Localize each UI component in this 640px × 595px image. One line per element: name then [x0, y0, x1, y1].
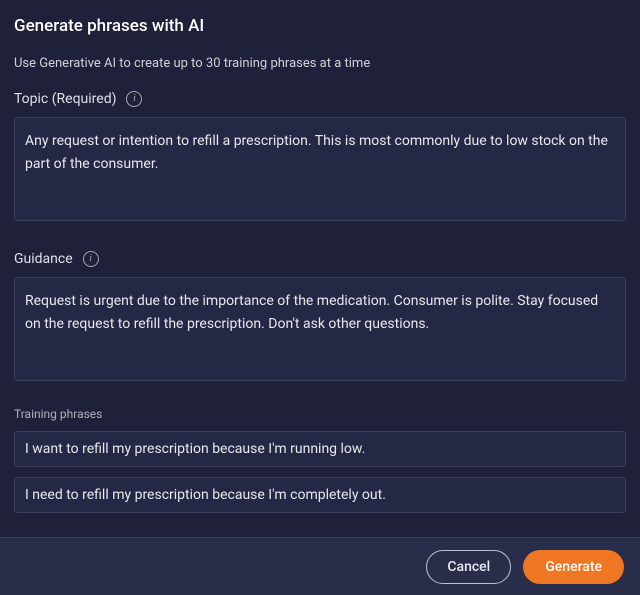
- generate-button[interactable]: Generate: [523, 550, 624, 584]
- training-phrases-label: Training phrases: [14, 407, 626, 421]
- guidance-label: Guidance: [14, 251, 73, 267]
- dialog-subtitle: Use Generative AI to create up to 30 tra…: [14, 56, 626, 71]
- topic-label-row: Topic (Required) i: [14, 91, 626, 107]
- training-phrase-item[interactable]: I need to refill my prescription because…: [14, 477, 626, 513]
- generate-phrases-dialog: Generate phrases with AI Use Generative …: [0, 0, 640, 513]
- info-icon[interactable]: i: [126, 91, 142, 107]
- dialog-footer: Cancel Generate: [0, 537, 640, 595]
- guidance-label-row: Guidance i: [14, 251, 626, 267]
- dialog-title: Generate phrases with AI: [14, 16, 626, 36]
- cancel-button[interactable]: Cancel: [426, 550, 511, 584]
- training-phrase-item[interactable]: I want to refill my prescription because…: [14, 431, 626, 467]
- info-icon[interactable]: i: [83, 251, 99, 267]
- topic-label: Topic (Required): [14, 91, 116, 107]
- guidance-input[interactable]: [14, 277, 626, 381]
- topic-input[interactable]: [14, 117, 626, 221]
